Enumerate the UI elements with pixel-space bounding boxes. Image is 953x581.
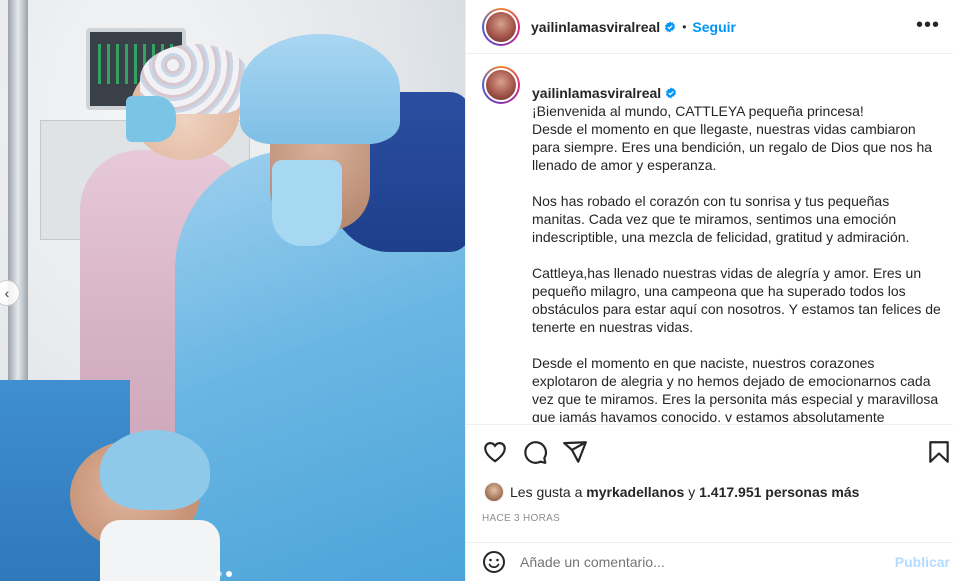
likes-prefix: Les gusta a xyxy=(510,484,583,500)
caption-text: yailinlamasviralreal ¡Bienvenida al mund… xyxy=(532,66,942,422)
photo-patient-cap xyxy=(100,430,210,510)
caption-username[interactable]: yailinlamasviralreal xyxy=(532,85,661,101)
photo-man-mask xyxy=(272,160,342,246)
photo-iv-pole xyxy=(8,0,28,440)
carousel-dot-active xyxy=(226,571,232,577)
post-timestamp[interactable]: HACE 3 HORAS xyxy=(482,513,560,524)
likes-count[interactable]: 1.417.951 personas más xyxy=(699,484,859,500)
chevron-left-icon: ‹ xyxy=(4,285,10,301)
comment-icon[interactable] xyxy=(522,439,548,465)
caption-paragraph-3: Cattleya,has llenado nuestras vidas de a… xyxy=(532,265,941,335)
liker-avatar[interactable] xyxy=(484,482,504,502)
comment-bar: Publicar xyxy=(466,542,953,581)
caption: yailinlamasviralreal ¡Bienvenida al mund… xyxy=(482,66,946,422)
photo-man-cap xyxy=(240,34,400,144)
caption-avatar[interactable] xyxy=(482,66,520,104)
photo-pillow xyxy=(100,520,220,581)
caption-paragraph-1: ¡Bienvenida al mundo, CATTLEYA pequeña p… xyxy=(532,103,933,173)
heart-icon[interactable] xyxy=(482,439,508,465)
avatar[interactable] xyxy=(482,7,520,46)
verified-badge-icon xyxy=(665,21,676,32)
likes-middle: y xyxy=(688,484,696,500)
post-details-panel: yailinlamasviralreal • Seguir ••• yailin… xyxy=(465,0,953,581)
carousel-dots xyxy=(216,571,232,577)
post-header: yailinlamasviralreal • Seguir ••• xyxy=(466,0,953,54)
emoji-icon[interactable] xyxy=(482,550,506,574)
caption-paragraph-4: Desde el momento en que naciste, nuestro… xyxy=(532,355,939,422)
bookmark-icon[interactable] xyxy=(926,439,952,465)
photo-nurse-mask xyxy=(126,96,176,142)
more-options-icon[interactable]: ••• xyxy=(916,14,940,37)
follow-button[interactable]: Seguir xyxy=(692,19,736,35)
comment-input[interactable] xyxy=(520,554,880,570)
liker-username[interactable]: myrkadellanos xyxy=(586,484,684,500)
share-icon[interactable] xyxy=(562,439,588,465)
username-link[interactable]: yailinlamasviralreal xyxy=(531,19,660,35)
caption-paragraph-2: Nos has robado el corazón con tu sonrisa… xyxy=(532,193,910,245)
verified-badge-icon xyxy=(666,87,677,99)
likes-summary: Les gusta a myrkadellanos y 1.417.951 pe… xyxy=(484,482,859,502)
action-bar xyxy=(466,424,953,476)
publish-button[interactable]: Publicar xyxy=(895,554,950,570)
separator-dot: • xyxy=(682,19,687,34)
carousel-dot xyxy=(216,571,222,577)
post-image[interactable]: ‹ xyxy=(0,0,465,581)
